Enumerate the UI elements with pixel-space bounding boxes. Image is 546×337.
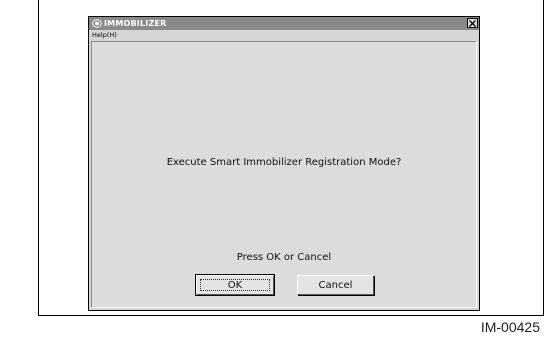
focus-rectangle (200, 279, 270, 291)
registration-prompt: Execute Smart Immobilizer Registration M… (166, 157, 402, 168)
instruction-text: Press OK or Cancel (236, 252, 332, 263)
title-bar[interactable]: IMMOBILIZER (89, 17, 479, 30)
dialog-body: Execute Smart Immobilizer Registration M… (91, 41, 477, 308)
window-title: IMMOBILIZER (104, 19, 167, 28)
figure-id: IM-00425 (480, 319, 540, 335)
immobilizer-app-icon (91, 18, 102, 29)
menu-bar: Help(H) (89, 30, 479, 40)
ok-button[interactable]: OK (195, 274, 275, 296)
cancel-button-label: Cancel (318, 279, 353, 291)
close-icon (469, 19, 476, 27)
cancel-button[interactable]: Cancel (297, 275, 374, 295)
immobilizer-window: IMMOBILIZER Help(H) Execute Smart Immobi… (88, 16, 480, 311)
menu-item-help[interactable]: Help(H) (92, 31, 117, 39)
close-button[interactable] (467, 18, 478, 28)
